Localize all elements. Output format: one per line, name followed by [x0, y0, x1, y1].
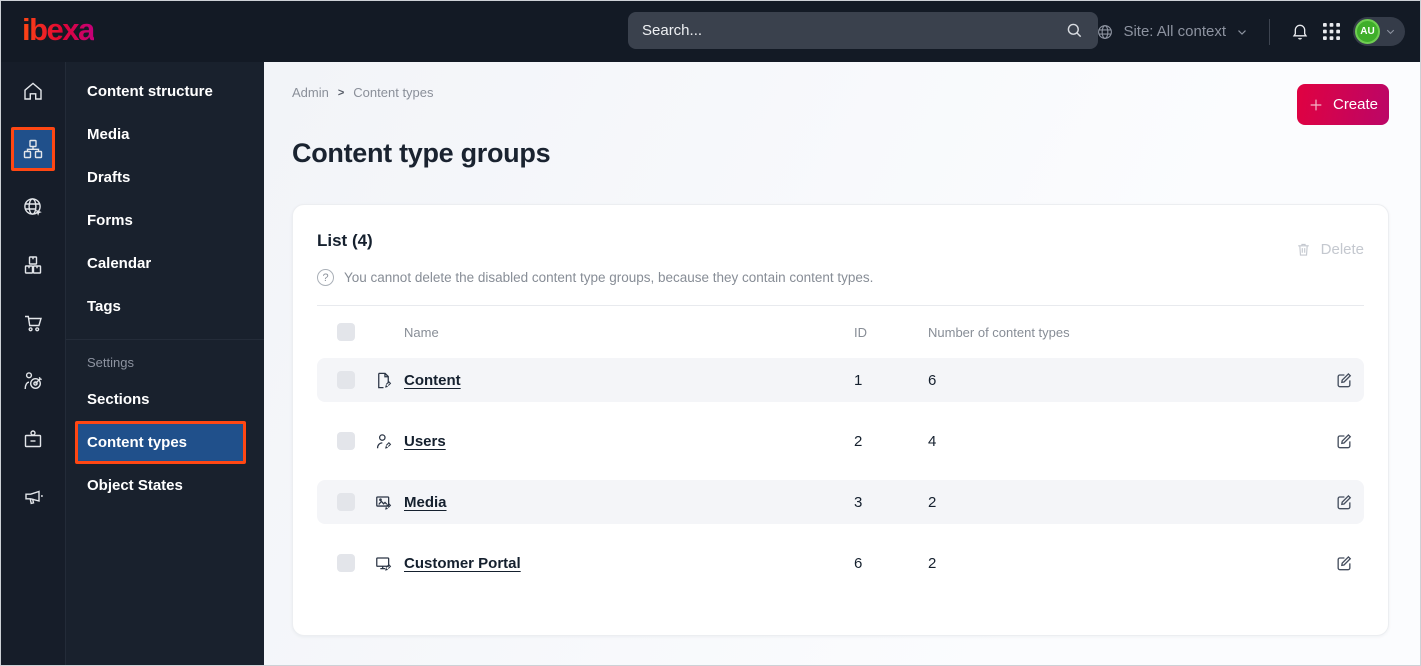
- notifications-bell-icon[interactable]: [1290, 22, 1310, 42]
- user-menu[interactable]: AU: [1353, 17, 1405, 46]
- delete-button-label: Delete: [1320, 241, 1364, 258]
- sidebar-item-content-structure[interactable]: Content structure: [66, 70, 264, 113]
- group-count: 4: [928, 432, 937, 450]
- topbar-divider: [1269, 18, 1270, 45]
- main-content: Admin > Content types Create Content typ…: [264, 62, 1420, 665]
- rail-item-content-structure[interactable]: [11, 127, 55, 171]
- group-id: 2: [854, 432, 863, 450]
- topbar-right-group: Site: All context AU: [1096, 1, 1405, 62]
- breadcrumb-admin[interactable]: Admin: [292, 85, 329, 100]
- rail-item-admin[interactable]: [11, 417, 55, 461]
- site-globe-cursor-icon: [21, 195, 45, 219]
- list-title: List (4): [317, 231, 373, 250]
- column-header-name: Name: [404, 324, 439, 340]
- table-body: Content 1 6 Users 2 4 Media 3 2 Customer…: [317, 358, 1364, 585]
- image-icon: [374, 493, 404, 512]
- group-id: 3: [854, 493, 863, 511]
- group-count: 2: [928, 554, 937, 572]
- breadcrumb-current: Content types: [353, 85, 434, 100]
- sidebar-item-media[interactable]: Media: [66, 113, 264, 156]
- rail-item-commerce[interactable]: [11, 301, 55, 345]
- create-button[interactable]: Create: [1297, 84, 1389, 125]
- sidebar-item-object-states[interactable]: Object States: [66, 464, 264, 507]
- breadcrumb: Admin > Content types: [292, 85, 434, 100]
- sidebar-item-calendar[interactable]: Calendar: [66, 242, 264, 285]
- page-title: Content type groups: [292, 138, 551, 168]
- rail-item-personalization[interactable]: [11, 359, 55, 403]
- sidebar-item-tags[interactable]: Tags: [66, 285, 264, 328]
- sidebar-item-sections[interactable]: Sections: [66, 378, 264, 421]
- home-icon: [21, 79, 45, 103]
- content-structure-icon: [21, 137, 45, 161]
- question-circle-icon: ?: [317, 269, 334, 286]
- settings-heading: Settings: [87, 354, 134, 370]
- search-input[interactable]: [642, 22, 1065, 39]
- cart-icon: [21, 311, 45, 335]
- edit-icon[interactable]: [1332, 490, 1356, 514]
- rail-item-product-catalog[interactable]: [11, 243, 55, 287]
- site-context-label: Site: All context: [1123, 23, 1226, 40]
- content-type-groups-panel: List (4) Delete ? You cannot delete the …: [292, 204, 1389, 636]
- help-text: You cannot delete the disabled content t…: [344, 270, 874, 285]
- table-row-content: Content 1 6: [317, 358, 1364, 402]
- user-icon: [374, 432, 404, 451]
- globe-icon: [1096, 23, 1114, 41]
- help-line: ? You cannot delete the disabled content…: [317, 269, 1364, 286]
- group-link[interactable]: Customer Portal: [404, 555, 854, 572]
- global-search[interactable]: [628, 12, 1098, 49]
- row-checkbox[interactable]: [337, 493, 355, 511]
- group-link[interactable]: Media: [404, 494, 854, 511]
- avatar: AU: [1355, 19, 1380, 44]
- app-grid-icon[interactable]: [1323, 23, 1340, 40]
- content-type-groups-table: Name ID Number of content types Content …: [317, 305, 1364, 585]
- sidebar-item-forms[interactable]: Forms: [66, 199, 264, 242]
- table-row-customer-portal: Customer Portal 6 2: [317, 541, 1364, 585]
- edit-icon[interactable]: [1332, 551, 1356, 575]
- group-count: 2: [928, 493, 937, 511]
- breadcrumb-separator: >: [337, 86, 345, 99]
- sidebar-icon-rail: [1, 62, 65, 665]
- group-id: 1: [854, 371, 863, 389]
- edit-icon[interactable]: [1332, 429, 1356, 453]
- rail-item-site[interactable]: [11, 185, 55, 229]
- badge-icon: [21, 427, 45, 451]
- monitor-icon: [374, 554, 404, 573]
- megaphone-icon: [21, 485, 45, 509]
- row-checkbox[interactable]: [337, 432, 355, 450]
- rail-item-home[interactable]: [11, 69, 55, 113]
- file-icon: [374, 371, 404, 390]
- rail-item-marketing[interactable]: [11, 475, 55, 519]
- sidebar-menu: Content structure Media Drafts Forms Cal…: [65, 62, 264, 665]
- column-header-id: ID: [854, 324, 867, 340]
- row-checkbox[interactable]: [337, 554, 355, 572]
- table-row-users: Users 2 4: [317, 419, 1364, 463]
- ibexa-logo[interactable]: ibexa: [22, 12, 95, 48]
- site-context-selector[interactable]: Site: All context: [1096, 23, 1249, 41]
- group-link[interactable]: Content: [404, 372, 854, 389]
- group-id: 6: [854, 554, 863, 572]
- panel-header: List (4) Delete: [317, 231, 1364, 258]
- delete-button[interactable]: Delete: [1295, 241, 1364, 258]
- select-all-checkbox[interactable]: [337, 323, 355, 341]
- ibexa-admin-window: ibexa Site: All context: [0, 0, 1421, 666]
- user-menu-chevron-icon: [1384, 25, 1397, 38]
- product-boxes-icon: [21, 253, 45, 277]
- group-link[interactable]: Users: [404, 433, 854, 450]
- table-header-row: Name ID Number of content types: [317, 306, 1364, 358]
- create-button-label: Create: [1332, 96, 1379, 113]
- table-row-media: Media 3 2: [317, 480, 1364, 524]
- personalization-target-icon: [21, 369, 45, 393]
- sidebar-item-drafts[interactable]: Drafts: [66, 156, 264, 199]
- row-checkbox[interactable]: [337, 371, 355, 389]
- plus-icon: [1308, 97, 1324, 113]
- top-bar: ibexa Site: All context: [1, 1, 1420, 62]
- group-count: 6: [928, 371, 937, 389]
- trash-icon: [1295, 241, 1312, 258]
- edit-icon[interactable]: [1332, 368, 1356, 392]
- chevron-down-icon: [1235, 25, 1249, 39]
- sidebar-item-content-types[interactable]: Content types: [75, 421, 246, 464]
- column-header-count: Number of content types: [928, 324, 1070, 340]
- menu-divider: [66, 339, 264, 340]
- search-icon[interactable]: [1065, 21, 1084, 40]
